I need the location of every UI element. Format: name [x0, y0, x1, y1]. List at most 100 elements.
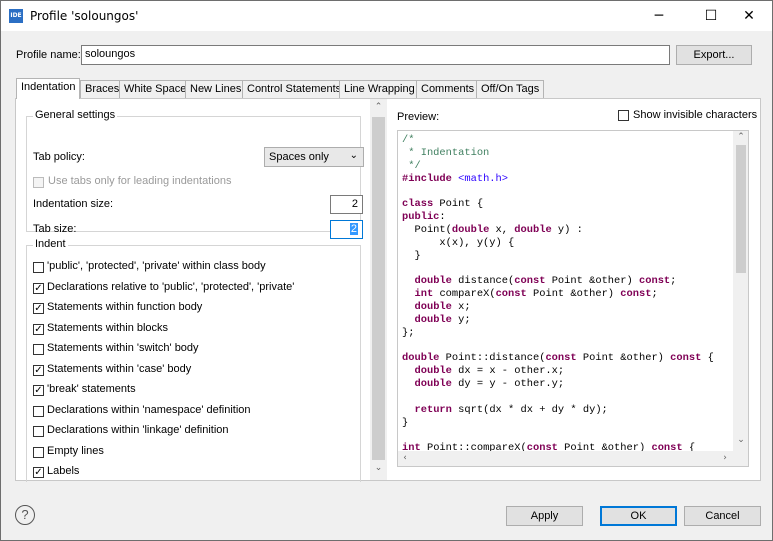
- code-token: Point &other): [545, 275, 639, 288]
- tab-new-lines[interactable]: New Lines: [185, 80, 247, 98]
- general-settings-title: General settings: [33, 109, 118, 121]
- preview-horizontal-scrollbar[interactable]: ‹ ›: [398, 451, 748, 466]
- general-settings-group: General settings Tab policy: Spaces only…: [26, 109, 364, 239]
- indent-option-checkbox[interactable]: ✓: [33, 467, 44, 478]
- tab-control-statements[interactable]: Control Statements: [242, 80, 347, 98]
- code-token: double: [514, 223, 552, 236]
- code-token: return: [414, 403, 452, 416]
- export-button[interactable]: Export...: [676, 45, 752, 65]
- indentation-size-input[interactable]: 2: [330, 195, 363, 214]
- scroll-up-icon[interactable]: ⌃: [733, 132, 748, 142]
- indent-option-label: Statements within 'case' body: [47, 362, 192, 375]
- code-token: distance(: [451, 275, 515, 288]
- code-token: :: [439, 211, 446, 224]
- code-token: double: [414, 313, 452, 326]
- code-token: double: [402, 352, 440, 365]
- code-token: y) :: [551, 223, 583, 236]
- indent-option-label: Declarations within 'namespace' definiti…: [47, 403, 251, 416]
- code-line: * Indentation: [402, 147, 714, 160]
- show-invisible-checkbox[interactable]: [618, 110, 629, 121]
- tab-comments[interactable]: Comments: [416, 80, 480, 98]
- code-line: class Point {: [402, 198, 714, 211]
- minimize-icon[interactable]: ─: [636, 1, 682, 31]
- tab-indentation[interactable]: Indentation: [16, 78, 81, 99]
- code-token: public: [402, 211, 440, 224]
- code-token: }: [402, 249, 421, 262]
- leading-indent-checkbox[interactable]: [33, 177, 44, 188]
- cancel-button[interactable]: Cancel: [684, 506, 761, 526]
- code-line: int compareX(const Point &other) const;: [402, 288, 714, 301]
- indent-option-label: Declarations relative to 'public', 'prot…: [47, 280, 295, 293]
- code-line: }: [402, 250, 714, 263]
- code-token: Point {: [439, 198, 484, 211]
- code-line: */: [402, 160, 714, 173]
- ok-button[interactable]: OK: [600, 506, 677, 526]
- leading-indent-label: Use tabs only for leading indentations: [48, 175, 232, 187]
- scroll-down-icon[interactable]: ⌄: [370, 463, 387, 473]
- tab-braces[interactable]: Braces: [80, 80, 125, 98]
- tab-policy-select[interactable]: Spaces only ⌄: [264, 147, 364, 167]
- tab-size-input[interactable]: 2: [330, 220, 363, 239]
- indent-option-checkbox[interactable]: [33, 426, 44, 437]
- scroll-up-icon[interactable]: ⌃: [370, 102, 387, 112]
- help-icon[interactable]: ?: [15, 505, 35, 525]
- close-icon[interactable]: ✕: [726, 1, 772, 31]
- code-token: double: [414, 378, 452, 391]
- indent-option-checkbox[interactable]: [33, 405, 44, 417]
- indent-option-label: Statements within function body: [47, 301, 203, 313]
- indent-option-checkbox[interactable]: ✓: [33, 303, 44, 314]
- indent-option-label: 'break' statements: [47, 383, 136, 395]
- code-token: Point &other): [576, 352, 671, 365]
- code-token: const: [545, 352, 577, 365]
- indent-option-checkbox[interactable]: ✓: [33, 282, 44, 294]
- left-scrollbar[interactable]: ⌃ ⌄: [370, 99, 387, 480]
- scroll-left-icon[interactable]: ‹: [398, 453, 412, 463]
- code-line: double dy = y - other.y;: [402, 378, 714, 391]
- indent-option-checkbox[interactable]: ✓: [33, 364, 44, 376]
- code-line: /*: [402, 134, 714, 147]
- code-line: double distance(const Point &other) cons…: [402, 275, 714, 288]
- profile-name-input[interactable]: soloungos: [81, 45, 670, 65]
- code-line: };: [402, 327, 714, 340]
- code-token: x;: [451, 300, 471, 313]
- code-preview[interactable]: /* * Indentation */#include <math.h> clas…: [397, 130, 749, 467]
- apply-button[interactable]: Apply: [506, 506, 583, 526]
- indent-group-title: Indent: [33, 238, 68, 250]
- code-token: ;: [651, 288, 658, 301]
- code-token: y;: [451, 313, 471, 326]
- scroll-down-icon[interactable]: ⌄: [733, 435, 748, 445]
- tab-off-on-tags[interactable]: Off/On Tags: [476, 80, 545, 98]
- indent-option-checkbox[interactable]: [33, 262, 44, 273]
- indent-option-checkbox[interactable]: [33, 446, 44, 458]
- tab-size-value: 2: [349, 223, 358, 235]
- code-token: ;: [670, 275, 677, 288]
- code-token: {: [701, 352, 714, 365]
- scroll-right-icon[interactable]: ›: [718, 453, 732, 463]
- preview-scrollbar-thumb[interactable]: [736, 145, 746, 273]
- indent-option-label: 'public', 'protected', 'private' within …: [47, 260, 266, 272]
- indent-option-checkbox[interactable]: [33, 344, 44, 355]
- indent-option-checkbox[interactable]: ✓: [33, 385, 44, 396]
- code-token: int: [414, 288, 434, 301]
- left-scrollbar-thumb[interactable]: [372, 117, 385, 460]
- code-token: const: [514, 275, 546, 288]
- code-token: const: [638, 275, 671, 288]
- preview-vertical-scrollbar[interactable]: ⌃ ⌄: [733, 131, 748, 451]
- code-line: double dx = x - other.x;: [402, 365, 714, 378]
- code-token: x,: [489, 223, 515, 236]
- tab-line-wrapping[interactable]: Line Wrapping: [339, 80, 420, 98]
- dialog-window: IDE Profile 'soloungos' ─ ☐ ✕ Profile na…: [0, 0, 773, 541]
- code-token: #include: [402, 172, 459, 185]
- tab-policy-value: Spaces only: [269, 151, 329, 163]
- indent-option-checkbox[interactable]: ✓: [33, 323, 44, 335]
- tab-white-space[interactable]: White Space: [119, 80, 192, 98]
